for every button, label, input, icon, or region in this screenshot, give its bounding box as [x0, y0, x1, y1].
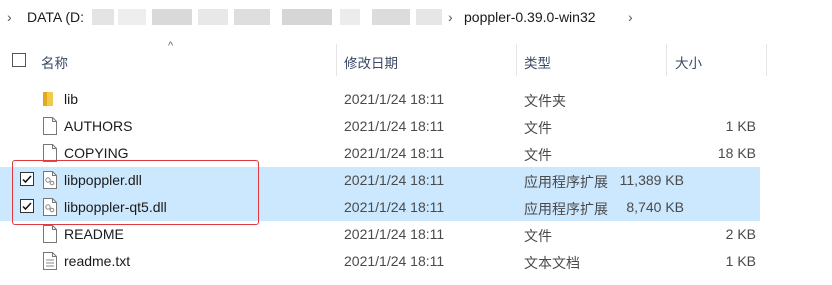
text-file-icon [42, 251, 58, 274]
file-type: 应用程序扩展 [524, 174, 608, 190]
file-size: 8,740 KB [626, 199, 684, 215]
file-type: 文件 [524, 147, 552, 163]
file-icon [42, 116, 58, 139]
redacted-block [282, 9, 332, 25]
file-modified-date: 2021/1/24 18:11 [344, 199, 445, 215]
file-modified-date: 2021/1/24 18:11 [344, 172, 445, 188]
redacted-block [118, 9, 146, 25]
column-divider[interactable] [516, 44, 517, 76]
file-name[interactable]: COPYING [64, 145, 129, 161]
file-type: 应用程序扩展 [524, 201, 608, 217]
column-divider[interactable] [666, 44, 667, 76]
file-type: 文本文档 [524, 255, 580, 271]
file-row[interactable]: AUTHORS 2021/1/24 18:11 文件 1 KB [0, 113, 832, 140]
file-type: 文件 [524, 228, 552, 244]
file-row[interactable]: readme.txt 2021/1/24 18:11 文本文档 1 KB [0, 248, 832, 275]
chevron-left-icon[interactable]: › [7, 9, 12, 25]
chevron-right-icon[interactable]: › [628, 9, 633, 25]
column-header [0, 44, 832, 76]
column-divider[interactable] [336, 44, 337, 76]
file-modified-date: 2021/1/24 18:11 [344, 253, 445, 269]
file-name[interactable]: readme.txt [64, 253, 130, 269]
folder-icon [42, 89, 56, 110]
file-modified-date: 2021/1/24 18:11 [344, 118, 445, 134]
redacted-block [416, 9, 442, 25]
select-all-checkbox[interactable] [12, 53, 26, 67]
file-type: 文件夹 [524, 93, 566, 109]
redacted-block [372, 9, 410, 25]
breadcrumb-current-folder[interactable]: poppler-0.39.0-win32 [464, 9, 596, 25]
redacted-block [92, 9, 114, 25]
file-size: 11,389 KB [619, 172, 684, 188]
file-icon [42, 224, 58, 247]
breadcrumb-drive[interactable]: DATA (D: [27, 9, 84, 25]
redacted-block [340, 9, 360, 25]
chevron-separator-icon: › [448, 9, 453, 25]
file-modified-date: 2021/1/24 18:11 [344, 145, 445, 161]
file-row[interactable]: README 2021/1/24 18:11 文件 2 KB [0, 221, 832, 248]
redacted-block [152, 9, 192, 25]
sort-ascending-icon: ^ [168, 40, 174, 52]
column-header-size[interactable]: 大小 [675, 52, 702, 72]
column-header-date[interactable]: 修改日期 [344, 52, 398, 72]
file-row[interactable]: lib 2021/1/24 18:11 文件夹 [0, 86, 832, 113]
file-size: 1 KB [725, 253, 756, 269]
redacted-block [198, 9, 228, 25]
file-size: 18 KB [717, 145, 756, 161]
file-size: 2 KB [725, 226, 756, 242]
address-bar[interactable]: › DATA (D: › poppler-0.39.0-win32 › [0, 0, 832, 36]
file-name[interactable]: lib [64, 91, 78, 107]
file-modified-date: 2021/1/24 18:11 [344, 226, 445, 242]
column-divider[interactable] [766, 44, 767, 76]
file-modified-date: 2021/1/24 18:11 [344, 91, 445, 107]
highlight-annotation-box [12, 160, 259, 225]
column-header-type[interactable]: 类型 [524, 52, 551, 72]
column-header-name[interactable]: 名称 [41, 52, 68, 72]
file-type: 文件 [524, 120, 552, 136]
file-size: 1 KB [725, 118, 756, 134]
file-name[interactable]: README [64, 226, 124, 242]
redacted-block [234, 9, 270, 25]
file-name[interactable]: AUTHORS [64, 118, 132, 134]
